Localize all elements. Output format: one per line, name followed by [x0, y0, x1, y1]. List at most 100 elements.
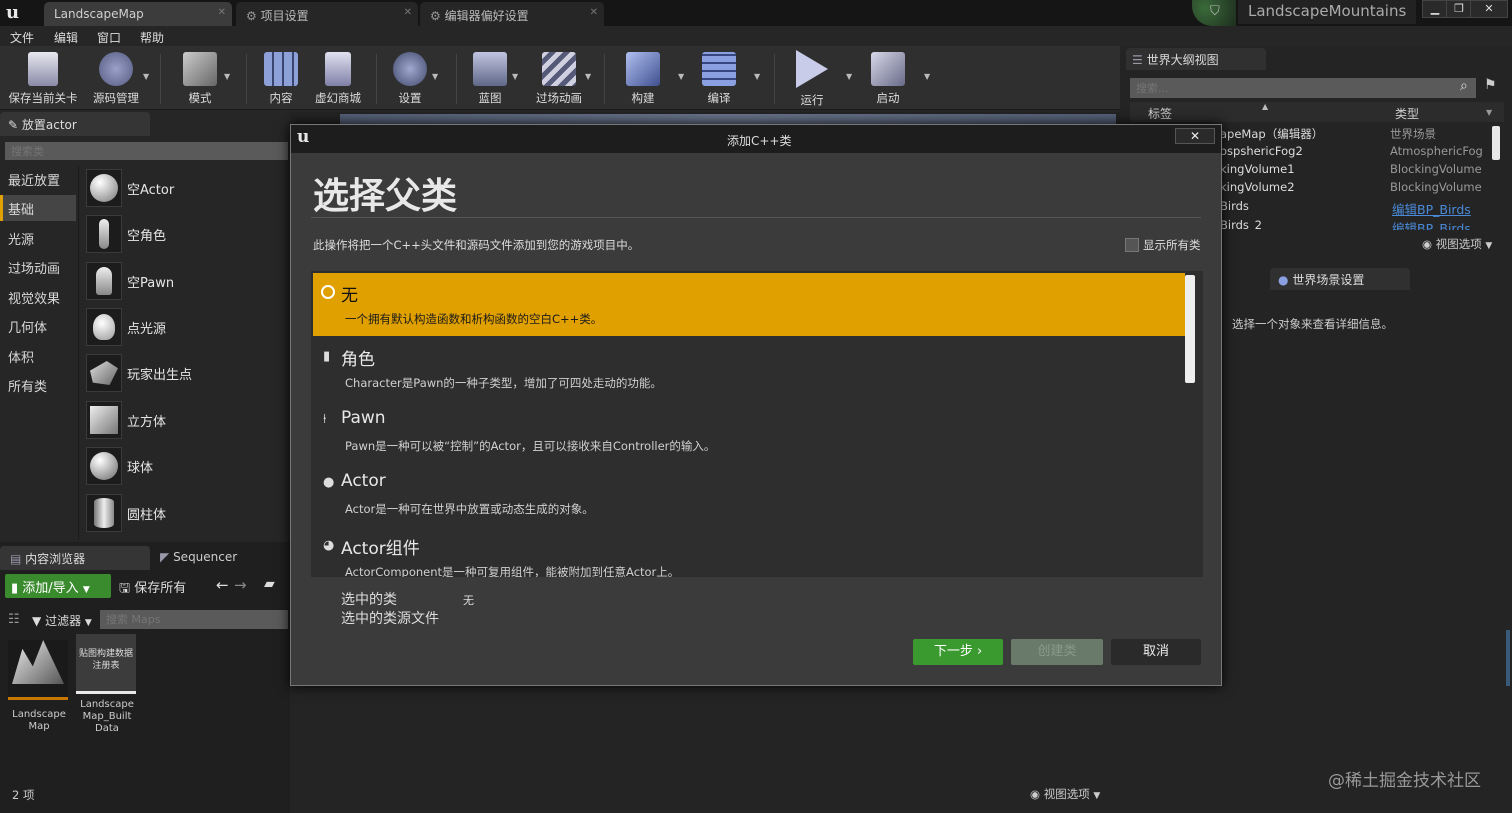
- outliner-row-type-link[interactable]: 编辑BP_Birds: [1392, 218, 1471, 230]
- filters-button[interactable]: ▼ 过滤器 ▼: [32, 612, 92, 629]
- column-label[interactable]: 标签: [1148, 105, 1172, 122]
- chevron-down-icon[interactable]: ▼: [1486, 108, 1492, 117]
- asset-landscape-map-built-data[interactable]: 贴图构建数据注册表 Landscape Map_Built Data: [76, 634, 138, 738]
- tab-landscape-map[interactable]: LandscapeMap ✕: [44, 2, 232, 26]
- actor-item-empty-pawn[interactable]: 空Pawn: [82, 260, 287, 304]
- outliner-row-label[interactable]: Birds_2: [1220, 218, 1262, 230]
- chevron-down-icon[interactable]: ▼: [924, 72, 930, 81]
- create-class-button[interactable]: 创建类: [1011, 639, 1103, 665]
- tab-project-settings[interactable]: ⚙ 项目设置 ✕: [236, 2, 418, 26]
- category-all-classes[interactable]: 所有类: [0, 372, 76, 398]
- asset-landscape-map[interactable]: Landscape Map: [8, 634, 70, 736]
- tab-label: 世界大纲视图: [1146, 53, 1219, 67]
- launch-button[interactable]: 启动: [862, 46, 914, 110]
- side-scroll-indicator: [1506, 630, 1510, 686]
- parent-class-option-actor[interactable]: ● Actor Actor是一种可在世界中放置或动态生成的对象。: [313, 463, 1185, 526]
- content-button[interactable]: 内容: [256, 46, 306, 110]
- list-scrollbar[interactable]: [1185, 275, 1195, 383]
- outliner-row-label[interactable]: ospshericFog2: [1220, 144, 1303, 158]
- close-window-button[interactable]: ✕: [1470, 0, 1508, 18]
- compile-button[interactable]: 编译: [694, 46, 744, 110]
- sources-toggle-icon[interactable]: ☷: [8, 612, 20, 627]
- tab-world-settings[interactable]: ● 世界场景设置: [1270, 268, 1410, 290]
- chevron-down-icon[interactable]: ▼: [432, 72, 438, 81]
- tab-place-actors[interactable]: ✎ 放置actor: [0, 112, 150, 136]
- modes-button[interactable]: 模式: [170, 46, 230, 110]
- actor-item-cylinder[interactable]: 圆柱体: [82, 492, 287, 536]
- chevron-down-icon[interactable]: ▼: [754, 72, 760, 81]
- blueprints-button[interactable]: 蓝图: [466, 46, 514, 110]
- outliner-search-input[interactable]: [1130, 78, 1476, 98]
- parent-class-option-character[interactable]: ▮ 角色 Character是Pawn的一种子类型，增加了可四处走动的功能。: [313, 337, 1185, 400]
- chevron-down-icon[interactable]: ▼: [585, 72, 591, 81]
- parent-class-option-actor-component[interactable]: ◕ Actor组件 ActorComponent是一种可复用组件，能被附加到任意…: [313, 526, 1185, 577]
- close-icon[interactable]: ✕: [404, 7, 412, 18]
- tab-editor-preferences[interactable]: ⚙ 编辑器偏好设置 ✕: [420, 2, 604, 26]
- chevron-down-icon[interactable]: ▼: [846, 72, 852, 81]
- actor-item-player-start[interactable]: 玩家出生点: [82, 352, 287, 396]
- outliner-scrollbar[interactable]: [1492, 126, 1500, 160]
- tab-sequencer[interactable]: ◤ Sequencer: [152, 546, 282, 570]
- settings-button[interactable]: 设置: [386, 46, 434, 110]
- category-lights[interactable]: 光源: [0, 225, 76, 251]
- actor-item-empty-actor[interactable]: 空Actor: [82, 167, 287, 211]
- tab-world-outliner[interactable]: ☰ 世界大纲视图: [1126, 48, 1266, 70]
- folder-icon[interactable]: ▰: [264, 576, 275, 592]
- add-filter-icon[interactable]: ⚑: [1484, 77, 1497, 93]
- minimize-button[interactable]: ▁: [1422, 0, 1448, 18]
- tab-content-browser[interactable]: ▤ 内容浏览器: [0, 546, 150, 570]
- close-icon[interactable]: ✕: [218, 7, 226, 18]
- actor-item-point-light[interactable]: 点光源: [82, 306, 287, 350]
- outliner-row-type-link[interactable]: 编辑BP_Birds: [1392, 199, 1471, 218]
- show-all-classes-checkbox[interactable]: [1125, 238, 1139, 252]
- menu-file[interactable]: 文件: [10, 29, 34, 46]
- toolbar-label: 保存当前关卡: [8, 91, 78, 105]
- dialog-close-button[interactable]: ✕: [1175, 128, 1215, 144]
- source-control-button[interactable]: 源码管理: [86, 46, 146, 110]
- chevron-down-icon: ▼: [1093, 791, 1101, 801]
- save-level-button[interactable]: 保存当前关卡: [4, 46, 82, 110]
- column-type[interactable]: 类型: [1395, 105, 1419, 122]
- actor-item-empty-character[interactable]: 空角色: [82, 213, 287, 257]
- button-label: 保存所有: [134, 581, 187, 596]
- search-classes-input[interactable]: [5, 142, 288, 160]
- cinematics-button[interactable]: 过场动画: [530, 46, 588, 110]
- actor-item-cube[interactable]: 立方体: [82, 399, 287, 443]
- show-all-classes-label: 显示所有类: [1143, 238, 1201, 252]
- next-button[interactable]: 下一步 ›: [913, 639, 1003, 665]
- outliner-view-options-button[interactable]: ◉ 视图选项 ▼: [1422, 236, 1492, 252]
- build-button[interactable]: 构建: [618, 46, 668, 110]
- menu-window[interactable]: 窗口: [97, 29, 121, 46]
- actor-item-sphere[interactable]: 球体: [82, 445, 287, 489]
- close-icon[interactable]: ✕: [590, 7, 598, 18]
- chevron-down-icon[interactable]: ▼: [224, 72, 230, 81]
- category-recent[interactable]: 最近放置: [0, 166, 76, 192]
- category-visual-effects[interactable]: 视觉效果: [0, 284, 76, 310]
- menu-help[interactable]: 帮助: [140, 29, 164, 46]
- parent-class-option-pawn[interactable]: ⍿ Pawn Pawn是一种可以被“控制”的Actor，且可以接收来自Contr…: [313, 400, 1185, 463]
- outliner-row-label[interactable]: kingVolume2: [1220, 180, 1295, 194]
- chevron-down-icon[interactable]: ▼: [678, 72, 684, 81]
- maximize-button[interactable]: ❐: [1446, 0, 1472, 18]
- category-basic[interactable]: 基础: [0, 195, 76, 221]
- add-import-button[interactable]: ▮ 添加/导入 ▼: [5, 574, 111, 598]
- chevron-down-icon[interactable]: ▼: [143, 72, 149, 81]
- menu-edit[interactable]: 编辑: [54, 29, 78, 46]
- play-button[interactable]: 运行: [784, 46, 840, 110]
- cancel-button[interactable]: 取消: [1111, 639, 1201, 665]
- marketplace-button[interactable]: 虚幻商城: [310, 46, 366, 110]
- category-cinematic[interactable]: 过场动画: [0, 254, 76, 280]
- forward-arrow-icon[interactable]: →: [234, 576, 247, 594]
- category-volumes[interactable]: 体积: [0, 343, 76, 369]
- save-all-button[interactable]: 🖫 保存所有: [119, 577, 186, 601]
- category-geometry[interactable]: 几何体: [0, 313, 76, 339]
- view-options-button[interactable]: ◉ 视图选项 ▼: [1030, 786, 1100, 802]
- chevron-down-icon[interactable]: ▼: [512, 72, 518, 81]
- outliner-row-label[interactable]: apeMap（编辑器）: [1220, 126, 1323, 142]
- back-arrow-icon[interactable]: ←: [216, 576, 229, 594]
- outliner-row-label[interactable]: Birds: [1220, 199, 1249, 213]
- project-name: LandscapeMountains: [1238, 0, 1416, 24]
- parent-class-option-none[interactable]: 无 一个拥有默认构造函数和析构函数的空白C++类。: [313, 273, 1185, 336]
- outliner-row-label[interactable]: kingVolume1: [1220, 162, 1295, 176]
- search-assets-input[interactable]: [100, 610, 288, 629]
